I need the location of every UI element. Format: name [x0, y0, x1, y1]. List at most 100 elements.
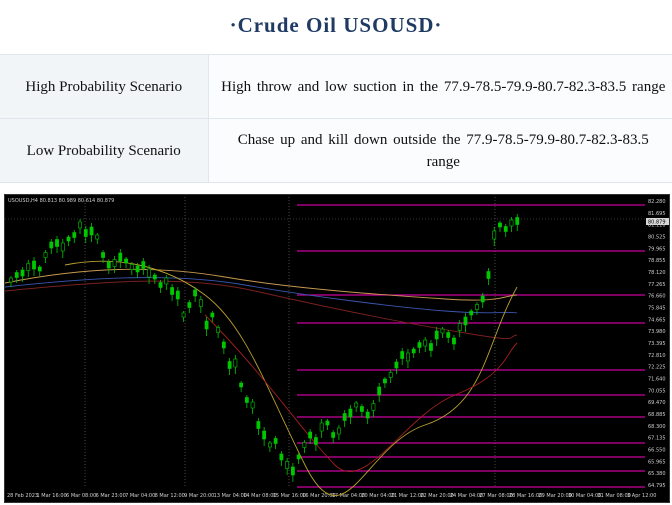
date-axis-label: 9 Mar 20:00 [184, 493, 214, 499]
candle-body [233, 358, 238, 368]
table-row: Low Probability Scenario Chase up and ki… [0, 118, 672, 183]
current-price-label: 80.879 [648, 220, 666, 226]
price-axis-label: 68.300 [648, 424, 666, 430]
candle-body [187, 302, 192, 308]
date-axis-label: 17 Mar 04:00 [332, 493, 365, 499]
candle-body [475, 304, 479, 310]
candle-body [509, 219, 514, 227]
candle-body [342, 413, 347, 421]
candle-body [371, 403, 376, 411]
date-axis-label: 13 Mar 04:00 [214, 493, 247, 499]
candle-body [273, 438, 278, 444]
candle-body [135, 265, 140, 273]
candle-body [394, 361, 399, 369]
candle-body [503, 226, 508, 232]
candle-body [181, 312, 186, 318]
price-axis-label: 76.660 [648, 294, 666, 300]
date-axis-label: 7 Mar 04:00 [125, 493, 155, 499]
price-axis-label: 73.395 [648, 341, 666, 347]
candle-body [14, 272, 19, 278]
price-axis-label: 80.525 [648, 235, 666, 241]
candle-body [452, 337, 456, 345]
candle-body [204, 320, 209, 330]
candle-body [417, 342, 422, 348]
candle-body [152, 274, 157, 280]
price-axis-label: 72.810 [648, 353, 666, 359]
moving-average-line [5, 280, 518, 340]
date-axis-label: 31 Mar 08:00 [597, 493, 630, 499]
scenario-label: High Probability Scenario [0, 54, 209, 119]
candle-body [55, 239, 59, 247]
candle-body [20, 269, 25, 277]
price-axis-label: 66.550 [648, 448, 666, 454]
candle-body [239, 382, 244, 388]
date-axis-label: 20 Mar 04:00 [361, 493, 394, 499]
candle-body [164, 277, 169, 285]
page-title-text: ·Crude Oil USOUSD· [229, 12, 443, 37]
candle-body [221, 341, 226, 349]
date-axis-label: 30 Mar 04:00 [568, 493, 601, 499]
candle-body [78, 221, 82, 229]
scenario-label: Low Probability Scenario [0, 118, 209, 183]
date-axis-label: 28 Feb 2023 [7, 493, 38, 499]
candle-body [360, 406, 364, 412]
candle-body [170, 287, 174, 295]
candle-body [158, 282, 163, 288]
price-chart[interactable]: USOUSD,H4 80.813 80.989 80.614 80.879 82.… [4, 194, 670, 503]
candle-body [365, 411, 370, 419]
candle-body [250, 401, 255, 409]
candle-body [49, 241, 54, 249]
candle-body [515, 217, 520, 225]
price-axis-label: 65.965 [648, 459, 666, 465]
candle-body [141, 261, 146, 269]
candle-body [66, 236, 71, 242]
candle-body [400, 351, 405, 359]
candle-body [244, 397, 249, 403]
price-axis-label: 68.885 [648, 412, 666, 418]
candle-body [60, 242, 65, 252]
candle-body [486, 271, 491, 279]
price-axis-label: 65.380 [648, 471, 666, 477]
candle-body [457, 323, 462, 331]
candle-body [337, 427, 341, 435]
date-axis-label: 6 Mar 23:00 [96, 493, 126, 499]
candle-body [118, 252, 123, 262]
candle-body [26, 263, 31, 271]
candle-body [198, 299, 203, 307]
candle-body [32, 260, 36, 270]
date-axis-label: 1 Mar 16:00 [37, 493, 67, 499]
date-axis-label: 27 Mar 08:00 [479, 493, 512, 499]
candle-body [43, 252, 48, 258]
candle-body [411, 348, 416, 354]
page-title: ·Crude Oil USOUSD· [0, 0, 672, 50]
date-axis-label: 28 Mar 16:00 [509, 493, 542, 499]
candle-body [129, 264, 134, 270]
candle-body [9, 277, 13, 283]
moving-average-line [204, 314, 518, 473]
candle-body [492, 230, 497, 240]
candle-body [434, 330, 439, 340]
date-axis-label: 22 Mar 20:00 [420, 493, 453, 499]
price-axis-label: 72.225 [648, 365, 666, 371]
candle-body [210, 312, 215, 318]
date-axis-label: 3 Apr 12:00 [627, 493, 656, 499]
candle-body [302, 442, 307, 448]
candle-body [308, 431, 313, 439]
candle-body [72, 232, 77, 238]
scenario-text: High throw and low suction in the 77.9-7… [208, 54, 672, 119]
candle-body [37, 266, 42, 272]
price-axis-label: 69.470 [648, 400, 666, 406]
candle-body [279, 453, 284, 461]
table-row: High Probability Scenario High throw and… [0, 54, 672, 119]
price-axis-label: 75.845 [648, 306, 666, 312]
price-axis-label: 78.855 [648, 258, 666, 264]
candle-body [296, 454, 301, 460]
date-axis-label: 21 Mar 12:00 [391, 493, 424, 499]
price-axis-label: 73.980 [648, 329, 666, 335]
date-axis-label: 6 Mar 08:00 [66, 493, 96, 499]
candle-body [354, 402, 359, 408]
candle-body [124, 258, 128, 264]
candle-body [101, 252, 105, 258]
price-axis-label: 70.055 [648, 388, 666, 394]
candle-body [89, 226, 94, 236]
